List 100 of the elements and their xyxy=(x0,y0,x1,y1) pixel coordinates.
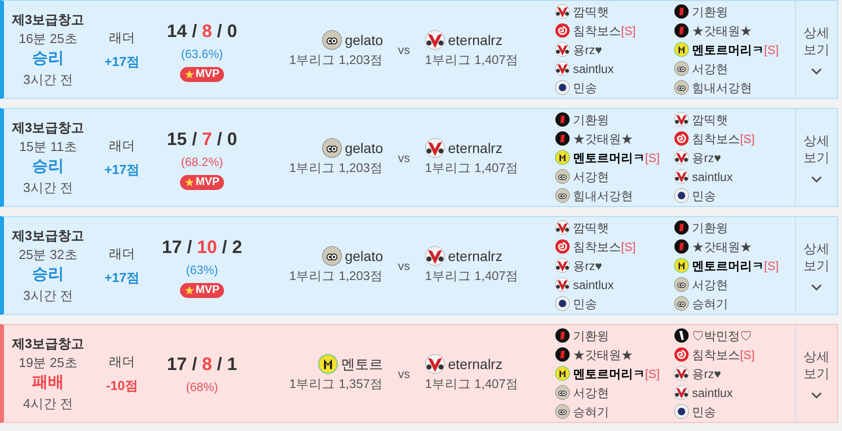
player-name[interactable]: 기환윙 xyxy=(573,110,609,128)
tag: [S] xyxy=(645,148,660,166)
ladder-points: +17점 xyxy=(104,268,140,286)
player-name[interactable]: saintlux xyxy=(573,60,614,78)
player-name[interactable]: 깜띡햇 xyxy=(692,110,728,128)
map-name: 제3보급창고 xyxy=(12,119,84,137)
player-name[interactable]: 용rz♥ xyxy=(692,364,722,382)
game-mode: 래더 xyxy=(109,29,135,47)
player-name[interactable]: ★갓태원★ xyxy=(573,130,633,148)
chevron-down-icon xyxy=(811,284,822,291)
v-emblem-icon xyxy=(425,138,445,158)
player-name[interactable]: 용rz♥ xyxy=(692,148,722,166)
player-name[interactable]: ★갓태원★ xyxy=(692,238,752,256)
kill-participation: (68.2%) xyxy=(180,154,224,170)
cloud-emblem-icon xyxy=(555,188,570,203)
cloud-emblem-icon xyxy=(322,30,342,50)
time-ago: 3시간 전 xyxy=(23,71,73,89)
player-name[interactable]: 민송 xyxy=(573,78,597,96)
player-name[interactable]: 민송 xyxy=(573,294,597,312)
player-name[interactable]: gelato xyxy=(344,246,383,267)
v-emblem-icon xyxy=(555,4,570,19)
player-name[interactable]: 용rz♥ xyxy=(573,256,602,274)
player-name[interactable]: 용rz♥ xyxy=(573,40,602,58)
details-button[interactable]: 상세 보기 xyxy=(795,1,837,98)
player-name[interactable]: gelato xyxy=(344,138,383,159)
swirl-icon xyxy=(555,23,570,38)
player-name[interactable]: 기환윙 xyxy=(692,2,728,20)
player-name[interactable]: gelato xyxy=(344,30,383,51)
player-name[interactable]: saintlux xyxy=(573,276,614,294)
player-name[interactable]: ♡박민정♡ xyxy=(692,326,752,344)
map-name: 제3보급창고 xyxy=(12,11,84,29)
player-name[interactable]: 민송 xyxy=(692,402,716,420)
player-name[interactable]: saintlux xyxy=(692,384,733,402)
v-emblem-icon xyxy=(674,366,689,381)
swirl-icon xyxy=(555,239,570,254)
player-name[interactable]: eternalrz xyxy=(448,138,502,159)
player-name[interactable]: 기환윙 xyxy=(692,218,728,236)
slash-emblem-icon xyxy=(674,328,689,343)
result: 승리 xyxy=(32,265,64,285)
player-name[interactable]: 멘토르머리ㅋ xyxy=(692,40,764,58)
player-name[interactable]: 기환윙 xyxy=(573,326,609,344)
tag: [S] xyxy=(764,40,779,58)
game-mode: 래더 xyxy=(109,245,135,263)
ladder-points: -10점 xyxy=(106,376,138,394)
player-name[interactable]: eternalrz xyxy=(448,246,502,267)
player-name[interactable]: 서강현 xyxy=(692,60,728,78)
tag: [S] xyxy=(764,256,779,274)
player-name[interactable]: 민송 xyxy=(692,186,716,204)
player-name[interactable]: ★갓태원★ xyxy=(692,22,752,40)
m-emblem-icon xyxy=(555,366,570,381)
player-name[interactable]: saintlux xyxy=(692,168,733,186)
league-score: 1부리그 1,407점 xyxy=(425,376,519,393)
m-emblem-icon xyxy=(674,258,689,273)
player-name[interactable]: 멘토르머리ㅋ xyxy=(692,256,764,274)
duration: 25분 32초 xyxy=(18,246,78,264)
time-ago: 3시간 전 xyxy=(23,287,73,305)
player-name[interactable]: 서강현 xyxy=(573,168,609,186)
v-emblem-icon xyxy=(555,42,570,57)
player-name[interactable]: 힘내서강현 xyxy=(692,78,752,96)
tag: [S] xyxy=(645,364,660,382)
details-button[interactable]: 상세 보기 xyxy=(795,109,837,206)
player-name[interactable]: 침착보스 xyxy=(692,130,740,148)
cloud-emblem-icon xyxy=(674,61,689,76)
player-name[interactable]: 침착보스 xyxy=(573,22,621,40)
star-icon xyxy=(184,178,194,186)
player-name[interactable]: 힘내서강현 xyxy=(573,186,633,204)
vs-label: vs xyxy=(398,258,410,274)
player-name[interactable]: 침착보스 xyxy=(692,346,740,364)
swirl-icon xyxy=(674,131,689,146)
league-score: 1부리그 1,203점 xyxy=(289,52,383,69)
player-name[interactable]: ★갓태원★ xyxy=(573,346,633,364)
player-name[interactable]: eternalrz xyxy=(448,354,502,375)
cloud-emblem-icon xyxy=(674,277,689,292)
duration: 16분 25초 xyxy=(18,30,78,48)
player-name[interactable]: 멘토르머리ㅋ xyxy=(573,364,645,382)
mvp-badge: MVP xyxy=(180,66,224,82)
player-name[interactable]: 침착보스 xyxy=(573,238,621,256)
v-emblem-icon xyxy=(674,112,689,127)
m-emblem-icon xyxy=(318,354,338,374)
m-emblem-icon xyxy=(674,42,689,57)
player-name[interactable]: 승혀기 xyxy=(692,294,728,312)
player-name[interactable]: 멘토르머리ㅋ xyxy=(573,148,645,166)
player-name[interactable]: 서강현 xyxy=(692,276,728,294)
star-emblem-icon xyxy=(555,296,570,311)
player-name[interactable]: 승혀기 xyxy=(573,402,609,420)
player-name[interactable]: 깜띡햇 xyxy=(573,2,609,20)
stripe-emblem-icon xyxy=(555,112,570,127)
cloud-emblem-icon xyxy=(674,296,689,311)
ladder-points: +17점 xyxy=(104,160,140,178)
player-name[interactable]: eternalrz xyxy=(448,30,502,51)
league-score: 1부리그 1,203점 xyxy=(289,268,383,285)
player-name[interactable]: 서강현 xyxy=(573,384,609,402)
result: 승리 xyxy=(32,49,64,69)
player-name[interactable]: 멘토르 xyxy=(341,354,383,375)
stripe-emblem-icon xyxy=(674,239,689,254)
player-name[interactable]: 깜띡햇 xyxy=(573,218,609,236)
stripe-emblem-icon xyxy=(555,328,570,343)
details-button[interactable]: 상세 보기 xyxy=(795,217,837,314)
kill-participation: (63.6%) xyxy=(180,46,224,62)
details-button[interactable]: 상세 보기 xyxy=(795,325,837,422)
